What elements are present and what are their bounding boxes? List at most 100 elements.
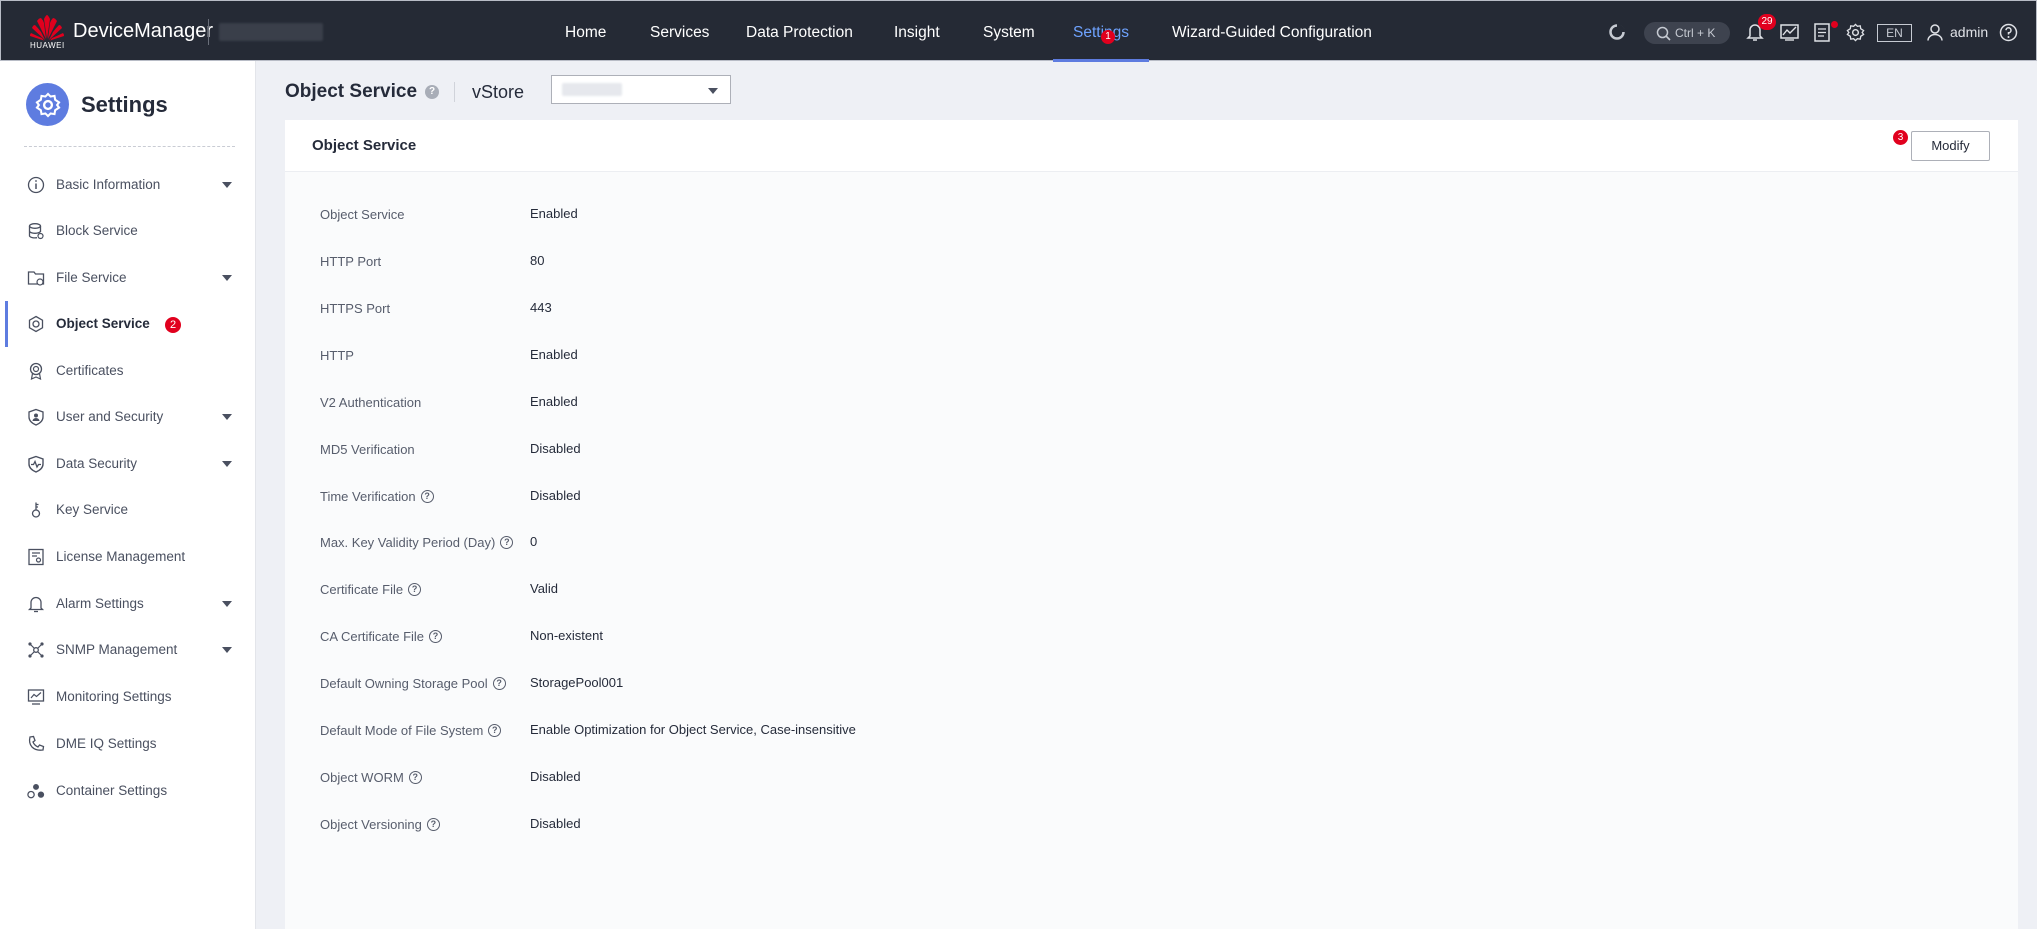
property-value: Enabled [530,394,578,409]
expand-caret-icon[interactable] [222,275,232,281]
nav-services[interactable]: Services [650,1,709,62]
modify-button[interactable]: Modify [1911,131,1990,161]
sidebar-item-container-settings[interactable]: Container Settings [0,773,256,809]
global-search[interactable]: Ctrl + K [1644,22,1730,44]
help-icon[interactable]: ? [429,630,443,643]
expand-caret-icon[interactable] [222,601,232,607]
sidebar-item-dme-iq-settings[interactable]: DME IQ Settings [0,726,256,762]
property-label-text: Default Mode of File System [320,723,484,738]
monitor-icon [27,689,45,705]
property-label: Certificate File? [320,582,422,597]
property-row: MD5 Verification Disabled [320,441,1820,462]
nav-insight[interactable]: Insight [894,1,940,62]
performance-icon[interactable] [1778,21,1800,43]
task-notification-dot [1831,21,1838,28]
help-icon[interactable]: ? [488,724,502,737]
property-label: Default Mode of File System? [320,723,502,738]
sidebar-item-object-service[interactable]: Object Service 2 [0,301,256,347]
sidebar-item-label: License Management [56,549,186,564]
language-switch[interactable]: EN [1877,24,1912,42]
property-label: HTTP Port [320,254,381,269]
sidebar-item-data-security[interactable]: Data Security [0,446,256,482]
sidebar-item-label: Container Settings [56,783,168,798]
expand-caret-icon[interactable] [222,647,232,653]
sidebar-item-label: Alarm Settings [56,596,144,611]
sidebar-item-block-service[interactable]: Block Service [0,213,256,249]
folder-icon [27,271,45,286]
sidebar-item-basic-information[interactable]: Basic Information [0,167,256,203]
expand-caret-icon[interactable] [222,182,232,188]
property-value: Non-existent [530,628,603,643]
property-label-text: HTTPS Port [320,301,391,316]
property-label-text: Default Owning Storage Pool [320,676,488,691]
network-icon [28,642,44,658]
loading-icon[interactable] [1606,21,1628,43]
device-name-redacted [219,23,323,41]
card-header: Object Service 3 Modify [285,120,2018,172]
property-row: Object WORM? Disabled [320,769,1820,790]
help-icon[interactable]: ? [426,818,440,831]
sidebar-item-snmp-management[interactable]: SNMP Management [0,632,256,668]
sidebar-item-alarm-settings[interactable]: Alarm Settings [0,586,256,622]
hexagon-gear-icon [28,315,44,333]
property-label: Object WORM? [320,770,422,785]
brand-caption: HUAWEI [30,41,65,50]
alarm-count-badge: 29 [1758,14,1776,30]
sidebar-item-monitoring-settings[interactable]: Monitoring Settings [0,679,256,715]
property-value: Disabled [530,441,581,456]
vstore-select[interactable] [551,75,731,104]
user-menu[interactable]: admin [1927,21,1988,43]
nav-data-protection[interactable]: Data Protection [746,1,853,62]
expand-caret-icon[interactable] [222,414,232,420]
nav-system[interactable]: System [983,1,1035,62]
property-value: 443 [530,300,552,315]
sidebar: Settings Basic Information Block Service… [0,61,256,929]
sidebar-item-license-management[interactable]: License Management [0,539,256,575]
property-row: HTTP Port 80 [320,253,1820,274]
help-icon[interactable]: ? [492,677,506,690]
sidebar-item-user-and-security[interactable]: User and Security [0,399,256,435]
help-icon[interactable]: ? [408,771,422,784]
username: admin [1950,24,1989,40]
user-icon [1927,23,1943,41]
help-icon[interactable] [1997,21,2019,43]
property-label-text: CA Certificate File [320,629,425,644]
property-value: Disabled [530,816,581,831]
property-row: Max. Key Validity Period (Day)? 0 [320,534,1820,555]
vstore-selected-value-redacted [562,83,622,96]
sidebar-item-label: DME IQ Settings [56,736,157,751]
bell-icon [27,596,45,613]
shield-pulse-icon [28,455,44,473]
help-icon[interactable]: ? [425,85,440,99]
help-icon[interactable]: ? [420,490,434,503]
property-label-text: Object WORM [320,770,404,785]
sidebar-header: Settings [26,83,168,126]
property-value: Enabled [530,347,578,362]
property-label-text: HTTP [320,348,354,363]
vstore-label: vStore [472,81,525,102]
sidebar-item-certificates[interactable]: Certificates [0,353,256,389]
sidebar-item-key-service[interactable]: Key Service [0,492,256,528]
sidebar-item-label: Block Service [56,223,138,238]
property-value: 80 [530,253,545,268]
sidebar-item-label: Basic Information [56,177,161,192]
page-header: Object Service ? vStore [285,79,524,105]
property-value: Enable Optimization for Object Service, … [530,722,856,737]
expand-caret-icon[interactable] [222,461,232,467]
brand[interactable]: HUAWEI [29,13,65,51]
gear-icon[interactable] [1844,21,1866,43]
help-icon[interactable]: ? [408,583,422,596]
property-row: V2 Authentication Enabled [320,394,1820,415]
help-icon[interactable]: ? [500,536,514,549]
sidebar-item-label: Data Security [56,456,138,471]
task-list-icon[interactable] [1811,21,1833,43]
nav-home[interactable]: Home [565,1,606,62]
property-row: HTTP Enabled [320,347,1820,368]
nav-wizard-guided-configuration[interactable]: Wizard-Guided Configuration [1172,1,1372,62]
property-row: Object Versioning? Disabled [320,816,1820,837]
sidebar-item-file-service[interactable]: File Service [0,260,256,296]
nav-settings[interactable]: Settings [1052,1,1150,62]
info-icon [27,176,45,194]
sidebar-item-label: User and Security [56,409,164,424]
property-label-text: MD5 Verification [320,442,415,457]
